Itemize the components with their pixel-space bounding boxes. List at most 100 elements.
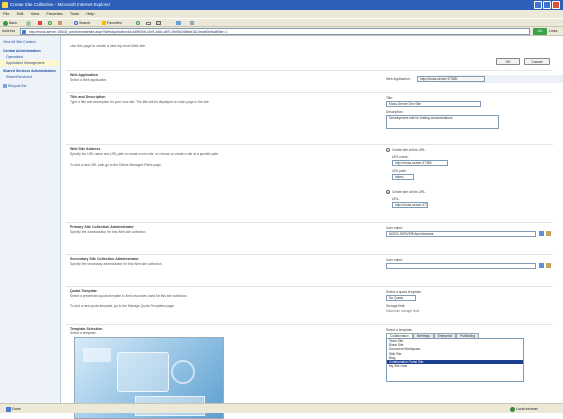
menu-view[interactable]: View bbox=[31, 11, 40, 16]
home-button[interactable] bbox=[58, 20, 65, 27]
section-web-application: Web Application Select a Web application… bbox=[66, 70, 563, 88]
quota-desc2: To add a new quota template, go to the M… bbox=[70, 304, 175, 308]
section-secondary-admin: Secondary Site Collection Administrator … bbox=[66, 254, 553, 282]
quota-title: Quota Template bbox=[70, 289, 97, 293]
secondary-user-input[interactable] bbox=[386, 263, 536, 269]
secondary-admin-title: Secondary Site Collection Administrator bbox=[70, 257, 139, 261]
create-at-url-radio[interactable] bbox=[386, 148, 390, 152]
refresh-button[interactable] bbox=[48, 20, 55, 27]
menu-tools[interactable]: Tools bbox=[70, 11, 79, 16]
discuss-icon bbox=[190, 21, 194, 26]
storage-value: Maximum storage limit: bbox=[386, 309, 420, 313]
primary-user-label: User name: bbox=[386, 226, 404, 230]
refresh-icon bbox=[48, 21, 52, 26]
favorites-button[interactable]: Favorites bbox=[102, 20, 132, 27]
web-app-selector[interactable]: http://moss-server:37358/ bbox=[417, 76, 485, 82]
maximize-button[interactable] bbox=[543, 1, 551, 9]
url-select[interactable]: http://moss-server:37358/ bbox=[392, 202, 428, 208]
address-label: Address bbox=[2, 29, 16, 33]
main-content: Use this page to create a new top-level … bbox=[62, 36, 563, 419]
url-name-input[interactable]: http://moss-server:37358 bbox=[392, 160, 448, 166]
sidebar-item-recycle-bin[interactable]: Recycle Bin bbox=[0, 83, 60, 89]
menu-bar: File Edit View Favorites Tools Help bbox=[0, 10, 563, 18]
stop-icon bbox=[38, 21, 42, 26]
web-app-desc: Select a Web application. bbox=[70, 78, 108, 82]
web-app-title: Web Application bbox=[70, 73, 98, 77]
description-textarea[interactable]: Development site for testing customizati… bbox=[386, 115, 499, 129]
back-button[interactable]: Back bbox=[3, 20, 23, 27]
history-icon bbox=[136, 21, 140, 26]
section-primary-admin: Primary Site Collection Administrator Sp… bbox=[66, 222, 553, 250]
edit-icon bbox=[176, 21, 181, 26]
web-app-label: Web Application: bbox=[386, 77, 411, 81]
print-button[interactable] bbox=[156, 20, 163, 27]
back-arrow-icon bbox=[3, 20, 8, 26]
search-icon bbox=[74, 21, 78, 26]
menu-edit[interactable]: Edit bbox=[17, 11, 24, 16]
primary-admin-desc: Specify the administrator for this Web s… bbox=[70, 230, 147, 234]
home-icon bbox=[58, 21, 62, 26]
menu-help[interactable]: Help bbox=[86, 11, 94, 16]
mail-button[interactable] bbox=[146, 20, 153, 27]
status-bar: Done Local intranet bbox=[0, 403, 563, 413]
quota-desc: Select a predefined quota template to li… bbox=[70, 294, 188, 298]
quota-label: Select a quota template: bbox=[386, 290, 422, 294]
print-icon bbox=[156, 21, 161, 26]
menu-file[interactable]: File bbox=[3, 11, 9, 16]
template-listbox[interactable]: Team Site Blank Site Document Workspace … bbox=[386, 338, 524, 382]
window-titlebar: Create Site Collection - Microsoft Inter… bbox=[0, 0, 563, 10]
url-path-select[interactable]: /sites/ bbox=[392, 174, 414, 180]
check-names-icon[interactable] bbox=[539, 231, 544, 236]
forward-arrow-icon bbox=[26, 20, 31, 26]
forward-button[interactable] bbox=[26, 20, 33, 27]
minimize-button[interactable] bbox=[534, 1, 542, 9]
section-quota-template: Quota Template Select a predefined quota… bbox=[66, 286, 553, 320]
web-address-title: Web Site Address bbox=[70, 147, 101, 151]
check-names-icon-2[interactable] bbox=[539, 263, 544, 268]
status-text: Done bbox=[12, 407, 21, 411]
create-at-path-radio[interactable] bbox=[386, 190, 390, 194]
web-address-desc2: To add a new URL path go to the Define M… bbox=[70, 163, 162, 167]
search-button[interactable]: Search bbox=[74, 20, 98, 27]
browse-people-icon[interactable] bbox=[546, 231, 551, 236]
description-label: Description: bbox=[386, 110, 404, 114]
opt2-label: Create site at this URL: bbox=[392, 190, 427, 194]
go-button[interactable]: Go bbox=[533, 28, 547, 35]
address-input[interactable]: http://moss-server:16543/_admin/createsi… bbox=[20, 28, 530, 35]
page-intro: Use this page to create a new top-level … bbox=[70, 44, 147, 48]
quick-launch-sidebar: View All Site Content Central Administra… bbox=[0, 36, 61, 403]
url-path-label: URL path: bbox=[392, 169, 407, 173]
secondary-admin-desc: Specify the secondary administrator for … bbox=[70, 262, 163, 266]
page-done-icon bbox=[6, 406, 11, 412]
section-title-description: Title and Description Type a title and d… bbox=[66, 92, 553, 140]
stop-button[interactable] bbox=[38, 20, 45, 27]
title-desc-desc: Type a title and description for your ne… bbox=[70, 100, 210, 104]
toolbar: Back Search Favorites bbox=[0, 18, 563, 27]
title-desc-title: Title and Description bbox=[70, 95, 106, 99]
recycle-bin-icon bbox=[3, 84, 7, 89]
edit-button[interactable] bbox=[176, 20, 185, 27]
cancel-button-top[interactable]: Cancel bbox=[524, 58, 550, 65]
section-web-site-address: Web Site Address Specify the URL name an… bbox=[66, 144, 553, 218]
history-button[interactable] bbox=[136, 20, 143, 27]
discuss-button[interactable] bbox=[190, 20, 197, 27]
url-label: URL: bbox=[392, 197, 400, 201]
browse-people-icon-2[interactable] bbox=[546, 263, 551, 268]
ie-logo-icon bbox=[2, 2, 8, 8]
mail-icon bbox=[146, 21, 151, 25]
list-item[interactable]: My Site Host bbox=[387, 364, 523, 368]
close-button[interactable] bbox=[552, 1, 560, 9]
menu-favorites[interactable]: Favorites bbox=[46, 11, 62, 16]
favorites-star-icon bbox=[102, 21, 106, 26]
links-button[interactable]: Links bbox=[549, 28, 562, 35]
ok-button-top[interactable]: OK bbox=[496, 58, 520, 65]
secondary-user-label: User name: bbox=[386, 258, 404, 262]
primary-user-input[interactable]: MOSS-SERVER\Administrator bbox=[386, 231, 536, 237]
page-icon bbox=[22, 30, 26, 34]
template-desc: Select a template: bbox=[70, 331, 97, 335]
quota-select[interactable]: No Quota bbox=[386, 295, 416, 301]
window-title: Create Site Collection - Microsoft Inter… bbox=[10, 2, 111, 7]
opt1-label: Create site at this URL: bbox=[392, 148, 427, 152]
section-template-selection: Template Selection Select a template: Se… bbox=[66, 324, 553, 419]
title-input[interactable]: Moss-Server Dev Site bbox=[386, 101, 481, 107]
